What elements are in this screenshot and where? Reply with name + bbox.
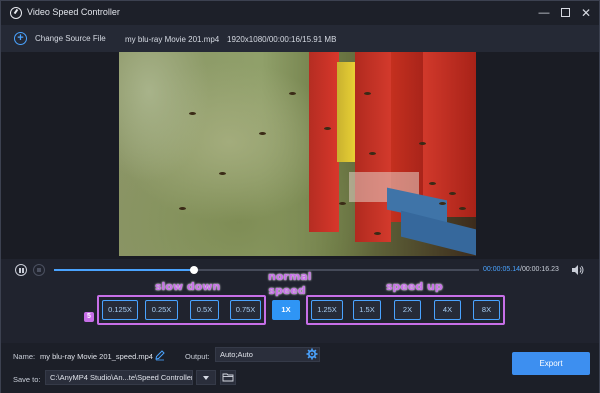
volume-icon[interactable] bbox=[571, 264, 585, 276]
progress-fill bbox=[54, 269, 195, 271]
source-file-name: my blu-ray Movie 201.mp4 bbox=[125, 35, 220, 44]
speed-button-4x[interactable]: 4X bbox=[434, 300, 461, 320]
window-title: Video Speed Controller bbox=[27, 7, 120, 17]
speed-button-2x[interactable]: 2X bbox=[394, 300, 421, 320]
app-window: Video Speed Controller — ✕ + Change Sour… bbox=[0, 0, 600, 393]
speed-button-125x[interactable]: 1.25X bbox=[311, 300, 343, 320]
name-label: Name: bbox=[13, 352, 36, 361]
title-bar: Video Speed Controller — ✕ bbox=[1, 1, 599, 25]
folder-icon[interactable] bbox=[220, 370, 236, 385]
speed-button-1x[interactable]: 1X bbox=[272, 300, 300, 320]
change-source-button[interactable]: + Change Source File bbox=[14, 32, 106, 45]
speed-panel: slow down normal speed speed up 5 0.125X… bbox=[1, 270, 599, 343]
pause-button[interactable] bbox=[15, 264, 27, 276]
plus-circle-icon: + bbox=[14, 32, 27, 45]
save-path-dropdown-button[interactable] bbox=[196, 370, 216, 385]
maximize-button[interactable] bbox=[558, 6, 572, 20]
time-display: 00:00:05.14/00:00:16.23 bbox=[483, 266, 559, 273]
speed-button-025x[interactable]: 0.25X bbox=[145, 300, 178, 320]
save-path-field[interactable]: C:\AnyMP4 Studio\An...te\Speed Controlle… bbox=[45, 370, 193, 385]
output-file-name: my blu-ray Movie 201_speed.mp4 bbox=[40, 352, 153, 361]
progress-knob[interactable] bbox=[190, 266, 199, 274]
maximize-icon bbox=[560, 8, 570, 17]
close-button[interactable]: ✕ bbox=[579, 6, 593, 20]
speed-button-8x[interactable]: 8X bbox=[473, 300, 500, 320]
speed-button-075x[interactable]: 0.75X bbox=[230, 300, 261, 320]
output-settings: Name: my blu-ray Movie 201_speed.mp4 Out… bbox=[1, 343, 599, 393]
video-preview-area bbox=[1, 52, 599, 259]
gear-icon[interactable] bbox=[306, 348, 318, 360]
video-frame bbox=[119, 52, 476, 256]
change-source-label: Change Source File bbox=[35, 34, 106, 43]
normal-speed-annotation: normal speed bbox=[268, 270, 312, 297]
export-button[interactable]: Export bbox=[512, 352, 590, 375]
stop-button[interactable] bbox=[33, 264, 45, 276]
app-logo-icon bbox=[10, 7, 22, 19]
save-to-label: Save to: bbox=[13, 375, 41, 384]
total-time: 00:00:16.23 bbox=[521, 266, 559, 273]
output-label: Output: bbox=[185, 352, 210, 361]
edit-pencil-icon[interactable] bbox=[154, 349, 166, 361]
speed-button-0125x[interactable]: 0.125X bbox=[102, 300, 138, 320]
speed-up-annotation: speed up bbox=[386, 280, 443, 293]
source-file-info: 1920x1080/00:00:16/15.91 MB bbox=[227, 35, 337, 44]
speed-button-05x[interactable]: 0.5X bbox=[190, 300, 219, 320]
source-bar: + Change Source File my blu-ray Movie 20… bbox=[1, 25, 599, 52]
current-time: 00:00:05.14 bbox=[483, 266, 520, 273]
output-format-field[interactable]: Auto;Auto bbox=[215, 347, 320, 362]
minimize-button[interactable]: — bbox=[537, 6, 551, 20]
progress-slider[interactable] bbox=[54, 266, 479, 274]
speed-button-15x[interactable]: 1.5X bbox=[353, 300, 381, 320]
step-badge: 5 bbox=[84, 312, 94, 322]
slow-down-annotation: slow down bbox=[155, 280, 221, 293]
